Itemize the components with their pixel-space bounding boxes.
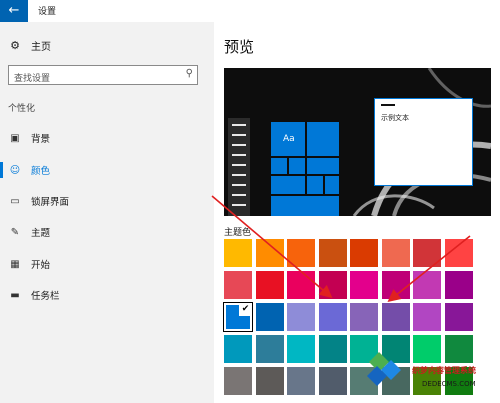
color-swatch[interactable] (255, 239, 284, 267)
color-swatch[interactable] (413, 271, 441, 299)
preview-tiles: Aa (271, 122, 339, 216)
preview-tile-label: Aa (283, 134, 295, 144)
window-title: 设置 (38, 7, 57, 17)
page-title: 预览 (224, 38, 255, 56)
sidebar-item-lock-screen[interactable]: ▭ 锁屏界面 (0, 190, 214, 212)
back-button[interactable]: ← (0, 0, 28, 22)
sidebar-item-themes[interactable]: ✎ 主题 (0, 221, 214, 243)
watermark-url: DEDECMS.COM (422, 380, 476, 388)
preview-sample-text: 示例文本 (381, 114, 409, 122)
preview-start-menu (228, 118, 250, 216)
color-swatch[interactable] (287, 303, 315, 331)
back-arrow-icon: ← (8, 3, 20, 18)
color-swatch[interactable] (444, 239, 473, 267)
color-swatch[interactable] (318, 367, 347, 395)
sidebar-item-label: 开始 (31, 260, 51, 271)
color-swatch[interactable] (350, 239, 378, 267)
color-swatch[interactable] (255, 271, 284, 299)
watermark-logo-icon (367, 352, 401, 386)
preview-window: 示例文本 (374, 98, 473, 186)
color-swatch[interactable] (287, 367, 315, 395)
color-swatch[interactable] (255, 335, 284, 363)
color-swatch[interactable] (413, 335, 441, 363)
sidebar-item-label: 颜色 (31, 166, 51, 177)
color-swatch[interactable] (224, 335, 252, 363)
color-swatch[interactable] (287, 271, 315, 299)
taskbar-icon: ▬ (10, 289, 20, 301)
title-bar: ← 设置 (0, 0, 500, 22)
color-swatch[interactable] (224, 367, 252, 395)
color-swatch[interactable] (381, 239, 410, 267)
sidebar-item-label: 任务栏 (31, 291, 60, 302)
section-heading: 个性化 (8, 104, 36, 114)
search-box: ⚲ (8, 65, 198, 87)
accent-colors-label: 主题色 (224, 228, 252, 238)
search-icon[interactable]: ⚲ (186, 68, 193, 79)
start-grid-icon: ▦ (10, 258, 20, 270)
color-swatch[interactable] (318, 335, 347, 363)
sidebar-item-background[interactable]: ▣ 背景 (0, 127, 214, 149)
color-swatch[interactable] (255, 367, 284, 395)
color-swatch[interactable] (381, 271, 410, 299)
sidebar-item-label: 锁屏界面 (31, 197, 70, 208)
color-swatch[interactable] (350, 303, 378, 331)
sidebar-item-label: 主题 (31, 228, 51, 239)
picture-icon: ▣ (10, 132, 20, 144)
color-swatch[interactable] (444, 335, 473, 363)
color-swatch[interactable] (287, 335, 315, 363)
color-swatch[interactable] (381, 303, 410, 331)
sidebar: ⚙ 主页 ⚲ 个性化 ▣ 背景 ☺ 颜色 ▭ 锁屏界面 ✎ 主题 ▦ 开始 ▬ … (0, 22, 214, 403)
sidebar-item-start[interactable]: ▦ 开始 (0, 253, 214, 275)
color-swatch[interactable] (224, 271, 252, 299)
color-swatch[interactable] (255, 303, 284, 331)
theme-brush-icon: ✎ (10, 226, 20, 238)
gear-icon: ⚙ (10, 39, 20, 52)
color-swatch[interactable] (318, 239, 347, 267)
color-swatch[interactable] (444, 271, 473, 299)
search-input[interactable] (14, 71, 174, 87)
color-swatch[interactable] (350, 271, 378, 299)
color-swatch[interactable] (287, 239, 315, 267)
color-swatch[interactable] (413, 303, 441, 331)
color-swatch[interactable] (444, 303, 473, 331)
sidebar-item-label: 背景 (31, 134, 51, 145)
sidebar-item-taskbar[interactable]: ▬ 任务栏 (0, 284, 214, 306)
watermark-text: 织梦内容管理系统 (412, 366, 476, 375)
palette-icon: ☺ (9, 164, 21, 176)
color-swatch[interactable] (224, 239, 252, 267)
checkmark-icon: ✔ (239, 303, 252, 316)
color-swatch[interactable] (413, 239, 441, 267)
home-nav-item[interactable]: ⚙ 主页 (8, 38, 51, 53)
lock-screen-icon: ▭ (10, 195, 20, 207)
color-swatch[interactable]: ✔ (223, 302, 253, 332)
theme-preview: Aa 示例文本 (224, 68, 491, 216)
color-swatch[interactable] (318, 303, 347, 331)
home-label: 主页 (31, 42, 51, 53)
color-swatch[interactable] (318, 271, 347, 299)
sidebar-item-colors[interactable]: ☺ 颜色 (0, 159, 214, 181)
accent-color-grid: ✔ (223, 239, 476, 403)
active-indicator (0, 162, 3, 178)
